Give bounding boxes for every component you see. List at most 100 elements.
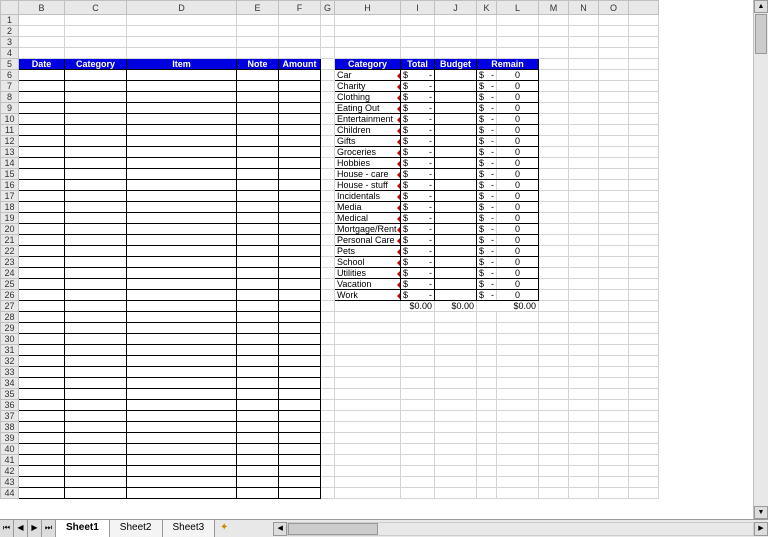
cell-I9[interactable]: $-	[401, 103, 435, 114]
row-header-19[interactable]: 19	[1, 213, 19, 224]
cell-N9[interactable]	[569, 103, 599, 114]
cell-M10[interactable]	[539, 114, 569, 125]
row-header-39[interactable]: 39	[1, 433, 19, 444]
cell-K24[interactable]: $-	[477, 268, 497, 279]
cell-F36[interactable]	[279, 400, 321, 411]
cell-H8[interactable]: Clothing	[335, 92, 401, 103]
row-header-25[interactable]: 25	[1, 279, 19, 290]
select-all-corner[interactable]	[629, 1, 659, 15]
cell-E16[interactable]	[237, 180, 279, 191]
cell-D37[interactable]	[127, 411, 237, 422]
cell-M12[interactable]	[539, 136, 569, 147]
cell-G21[interactable]	[321, 235, 335, 246]
cell-K15[interactable]: $-	[477, 169, 497, 180]
cell-N1[interactable]	[569, 15, 599, 26]
cell-J41[interactable]	[435, 455, 477, 466]
cell-L14[interactable]: 0	[497, 158, 539, 169]
cell-E13[interactable]	[237, 147, 279, 158]
cell-G2[interactable]	[321, 26, 335, 37]
column-header-D[interactable]: D	[127, 1, 237, 15]
cell-26[interactable]	[629, 290, 659, 301]
cell-H7[interactable]: Charity	[335, 81, 401, 92]
cell-C8[interactable]	[65, 92, 127, 103]
cell-L6[interactable]: 0	[497, 70, 539, 81]
cell-N3[interactable]	[569, 37, 599, 48]
cell-H24[interactable]: Utilities	[335, 268, 401, 279]
cell-N10[interactable]	[569, 114, 599, 125]
cell-K11[interactable]: $-	[477, 125, 497, 136]
cell-H37[interactable]	[335, 411, 401, 422]
cell-G31[interactable]	[321, 345, 335, 356]
cell-D25[interactable]	[127, 279, 237, 290]
cell-H3[interactable]	[335, 37, 401, 48]
cell-M27[interactable]	[539, 301, 569, 312]
cell-G24[interactable]	[321, 268, 335, 279]
cell-C19[interactable]	[65, 213, 127, 224]
cell-I12[interactable]: $-	[401, 136, 435, 147]
column-header-K[interactable]: K	[477, 1, 497, 15]
cell-19[interactable]	[629, 213, 659, 224]
cell-F33[interactable]	[279, 367, 321, 378]
cell-F35[interactable]	[279, 389, 321, 400]
cell-I43[interactable]	[401, 477, 435, 488]
cell-O7[interactable]	[599, 81, 629, 92]
cell-C40[interactable]	[65, 444, 127, 455]
cell-I29[interactable]	[401, 323, 435, 334]
cell-O40[interactable]	[599, 444, 629, 455]
cell-G23[interactable]	[321, 257, 335, 268]
cell-N29[interactable]	[569, 323, 599, 334]
cell-I28[interactable]	[401, 312, 435, 323]
cell-L26[interactable]: 0	[497, 290, 539, 301]
cell-B19[interactable]	[19, 213, 65, 224]
cell-O33[interactable]	[599, 367, 629, 378]
cell-L31[interactable]	[497, 345, 539, 356]
cell-F19[interactable]	[279, 213, 321, 224]
cell-B29[interactable]	[19, 323, 65, 334]
cell-G14[interactable]	[321, 158, 335, 169]
cell-L39[interactable]	[497, 433, 539, 444]
cell-L32[interactable]	[497, 356, 539, 367]
cell-C41[interactable]	[65, 455, 127, 466]
cell-L3[interactable]	[497, 37, 539, 48]
cell-B28[interactable]	[19, 312, 65, 323]
cell-H38[interactable]	[335, 422, 401, 433]
cell-M5[interactable]	[539, 59, 569, 70]
cell-H39[interactable]	[335, 433, 401, 444]
cell-H25[interactable]: Vacation	[335, 279, 401, 290]
cell-F2[interactable]	[279, 26, 321, 37]
cell-C31[interactable]	[65, 345, 127, 356]
cell-C12[interactable]	[65, 136, 127, 147]
row-header-12[interactable]: 12	[1, 136, 19, 147]
cell-G4[interactable]	[321, 48, 335, 59]
cell-O39[interactable]	[599, 433, 629, 444]
cell-N40[interactable]	[569, 444, 599, 455]
sheet-tab-sheet2[interactable]: Sheet2	[110, 520, 163, 537]
cell-M15[interactable]	[539, 169, 569, 180]
cell-J31[interactable]	[435, 345, 477, 356]
cell-I20[interactable]: $-	[401, 224, 435, 235]
cell-O16[interactable]	[599, 180, 629, 191]
cell-17[interactable]	[629, 191, 659, 202]
cell-G28[interactable]	[321, 312, 335, 323]
cell-J37[interactable]	[435, 411, 477, 422]
cell-K36[interactable]	[477, 400, 497, 411]
cell-J22[interactable]	[435, 246, 477, 257]
cell-L8[interactable]: 0	[497, 92, 539, 103]
cell-F39[interactable]	[279, 433, 321, 444]
cell-I25[interactable]: $-	[401, 279, 435, 290]
cell-I24[interactable]: $-	[401, 268, 435, 279]
cell-N35[interactable]	[569, 389, 599, 400]
cell-H4[interactable]	[335, 48, 401, 59]
cell-F31[interactable]	[279, 345, 321, 356]
cell-G35[interactable]	[321, 389, 335, 400]
cell-H40[interactable]	[335, 444, 401, 455]
cell-I31[interactable]	[401, 345, 435, 356]
cell-N18[interactable]	[569, 202, 599, 213]
column-header-J[interactable]: J	[435, 1, 477, 15]
cell-D28[interactable]	[127, 312, 237, 323]
cell-L28[interactable]	[497, 312, 539, 323]
cell-B40[interactable]	[19, 444, 65, 455]
cell-E22[interactable]	[237, 246, 279, 257]
cell-24[interactable]	[629, 268, 659, 279]
cell-G20[interactable]	[321, 224, 335, 235]
